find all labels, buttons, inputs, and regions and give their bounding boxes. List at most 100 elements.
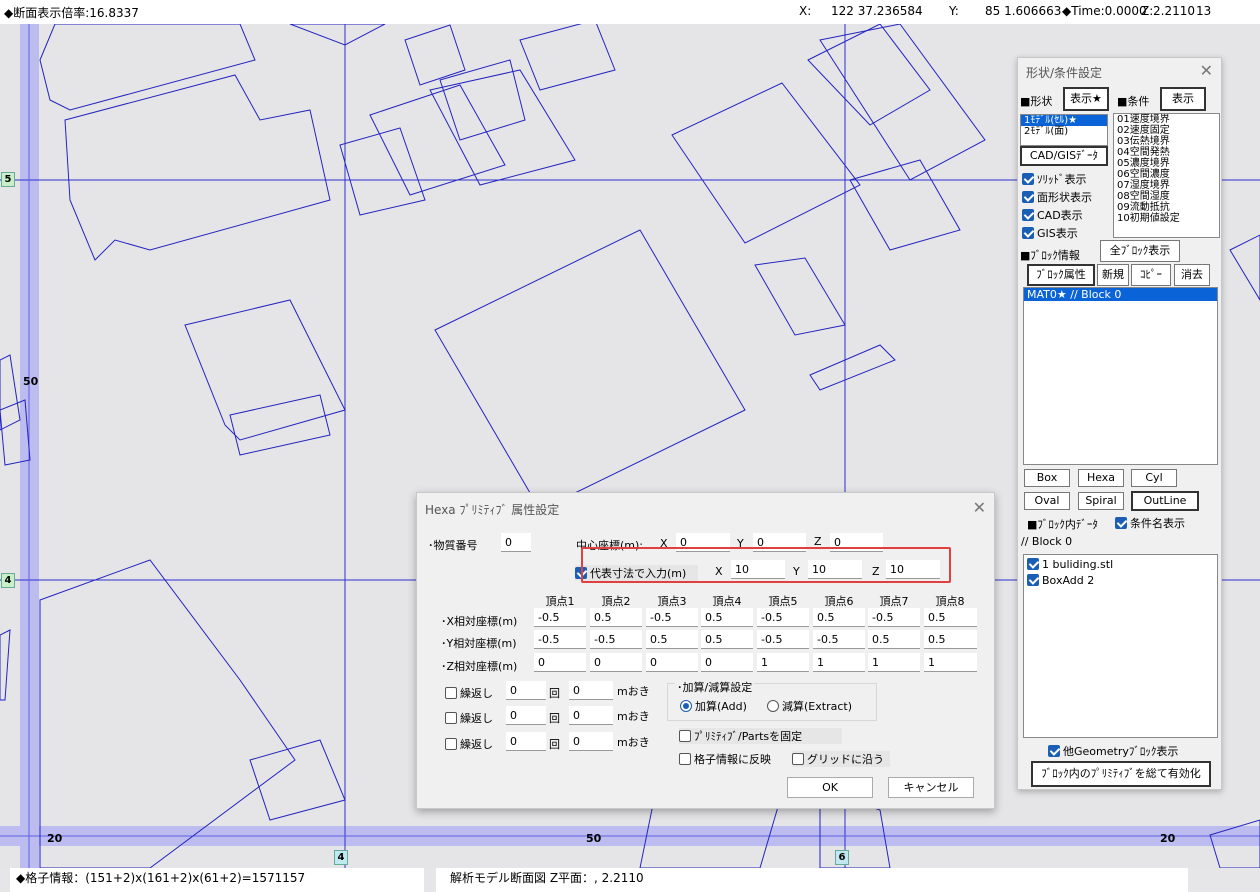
repeat-interval-3-input[interactable] (569, 732, 613, 751)
condition-list-item[interactable]: 09流動抵抗 (1114, 202, 1219, 213)
cad-gis-data-button[interactable]: CAD/GISﾃﾞｰﾀ (1020, 146, 1108, 166)
cad-display-checkbox[interactable]: CAD表示 (1022, 207, 1083, 223)
block-item-list[interactable]: 1 buliding.stl BoxAdd 2 (1023, 554, 1218, 738)
x-vertex-8-input[interactable] (924, 608, 977, 627)
repeat-checkbox-2[interactable]: 繰返し (445, 710, 493, 726)
condition-name-checkbox[interactable]: 条件名表示 (1115, 515, 1185, 531)
fix-primitive-checkbox[interactable]: ﾌﾟﾘﾐﾃｨﾌﾞ/Partsを固定 (679, 728, 843, 744)
repeat-count-1-input[interactable] (506, 681, 546, 700)
z-vertex-4-input[interactable] (701, 653, 753, 672)
tail-readout: 13 (1196, 4, 1212, 18)
ok-button[interactable]: OK (787, 777, 873, 798)
outline-primitive-button[interactable]: OutLine (1131, 491, 1199, 511)
follow-grid-checkbox[interactable]: グリッドに沿う (792, 751, 890, 767)
repeat-count-2-input[interactable] (506, 706, 546, 725)
condition-list-item[interactable]: 03伝熱境界 (1114, 136, 1219, 147)
material-input[interactable] (501, 533, 531, 552)
z-vertex-8-input[interactable] (924, 653, 977, 672)
checkbox-checked-icon (1022, 227, 1034, 239)
block-item-checkbox[interactable]: 1 buliding.stl (1024, 555, 1217, 571)
repeat-interval-2-input[interactable] (569, 706, 613, 725)
z-vertex-6-input[interactable] (813, 653, 865, 672)
top-status-bar: ◆断面表示倍率:16.8337 X: 122 37.236584 Y: 85 1… (0, 0, 1260, 24)
block-item-checkbox[interactable]: BoxAdd 2 (1024, 571, 1217, 587)
copy-block-button[interactable]: ｺﾋﾟｰ (1131, 264, 1171, 286)
condition-show-button[interactable]: 表示 (1160, 87, 1206, 111)
panel-close-icon[interactable]: ✕ (1200, 61, 1213, 80)
condition-list-item[interactable]: 05濃度境界 (1114, 158, 1219, 169)
new-block-button[interactable]: 新規 (1097, 264, 1129, 286)
interval-label: mおき (617, 736, 650, 749)
y-vertex-8-input[interactable] (924, 630, 977, 649)
y-vertex-4-input[interactable] (701, 630, 753, 649)
add-radio[interactable]: 加算(Add) (680, 698, 747, 714)
solid-display-checkbox[interactable]: ｿﾘｯﾄﾞ表示 (1022, 171, 1087, 187)
block-list[interactable]: MAT0★ // Block 0 (1023, 287, 1218, 465)
y-vertex-6-input[interactable] (813, 630, 865, 649)
condition-list-item[interactable]: 04空間発熱 (1114, 147, 1219, 158)
condition-list-item[interactable]: 02速度固定 (1114, 125, 1219, 136)
x-vertex-5-input[interactable] (757, 608, 809, 627)
add-subtract-label: ･加算/減算設定 (675, 679, 755, 695)
x-vertex-2-input[interactable] (590, 608, 642, 627)
grid-label-50-bottom: 50 (586, 832, 602, 845)
y-vertex-1-input[interactable] (534, 630, 586, 649)
z-vertex-3-input[interactable] (646, 653, 698, 672)
condition-list[interactable]: 01速度境界 02速度固定 03伝熱境界 04空間発熱 05濃度境界 06空間濃… (1113, 113, 1220, 238)
y-vertex-5-input[interactable] (757, 630, 809, 649)
checkbox-checked-icon (1022, 209, 1034, 221)
condition-list-item[interactable]: 07湿度境界 (1114, 180, 1219, 191)
shape-list-item[interactable]: 2ﾓﾃﾞﾙ(面) (1021, 126, 1107, 137)
condition-list-item[interactable]: 08空間湿度 (1114, 191, 1219, 202)
condition-list-item[interactable]: 01速度境界 (1114, 114, 1219, 125)
repeat-checkbox-1[interactable]: 繰返し (445, 685, 493, 701)
condition-label: ■条件 (1117, 95, 1150, 108)
repeat-checkbox-3[interactable]: 繰返し (445, 736, 493, 752)
repeat-count-3-input[interactable] (506, 732, 546, 751)
interval-label: mおき (617, 685, 650, 698)
condition-list-item[interactable]: 10初期値設定 (1114, 213, 1219, 224)
oval-primitive-button[interactable]: Oval (1024, 492, 1070, 510)
gis-display-checkbox[interactable]: GIS表示 (1022, 225, 1078, 241)
dialog-close-icon[interactable]: ✕ (973, 498, 986, 517)
enable-all-primitives-button[interactable]: ﾌﾞﾛｯｸ内のﾌﾟﾘﾐﾃｨﾌﾞを総て有効化 (1031, 761, 1211, 787)
x-vertex-1-input[interactable] (534, 608, 586, 627)
x-vertex-6-input[interactable] (813, 608, 865, 627)
z-vertex-2-input[interactable] (590, 653, 642, 672)
show-all-blocks-button[interactable]: 全ﾌﾞﾛｯｸ表示 (1100, 240, 1180, 262)
repeat-interval-1-input[interactable] (569, 681, 613, 700)
x-vertex-3-input[interactable] (646, 608, 698, 627)
hexa-primitive-button[interactable]: Hexa (1078, 469, 1124, 487)
x-vertex-4-input[interactable] (701, 608, 753, 627)
other-geometry-checkbox[interactable]: 他Geometryﾌﾞﾛｯｸ表示 (1048, 743, 1178, 759)
y-vertex-2-input[interactable] (590, 630, 642, 649)
z-vertex-1-input[interactable] (534, 653, 586, 672)
grid-marker-4: 4 (1, 573, 15, 588)
x-vertex-7-input[interactable] (868, 608, 920, 627)
z-relative-label: ･Z相対座標(m) (441, 660, 518, 673)
z-vertex-5-input[interactable] (757, 653, 809, 672)
shape-show-button[interactable]: 表示★ (1063, 87, 1109, 111)
condition-list-item[interactable]: 06空間濃度 (1114, 169, 1219, 180)
surface-display-checkbox[interactable]: 面形状表示 (1022, 189, 1092, 205)
cyl-primitive-button[interactable]: Cyl (1131, 469, 1177, 487)
y-vertex-7-input[interactable] (868, 630, 920, 649)
block-attribute-button[interactable]: ﾌﾞﾛｯｸ属性 (1027, 264, 1095, 286)
solid-display-label: ｿﾘｯﾄﾞ表示 (1037, 173, 1087, 186)
block-info-label: ■ﾌﾞﾛｯｸ情報 (1020, 249, 1080, 262)
reflect-grid-checkbox[interactable]: 格子情報に反映 (679, 751, 771, 767)
y-vertex-3-input[interactable] (646, 630, 698, 649)
y-label: Y: (949, 4, 959, 18)
shape-list[interactable]: 1ﾓﾃﾞﾙ(ｾﾙ)★ 2ﾓﾃﾞﾙ(面) (1020, 114, 1108, 146)
extract-radio[interactable]: 減算(Extract) (767, 698, 852, 714)
spiral-primitive-button[interactable]: Spiral (1078, 492, 1124, 510)
vertex-header: 頂点2 (601, 595, 631, 608)
cancel-button[interactable]: キャンセル (888, 777, 974, 798)
z-vertex-7-input[interactable] (868, 653, 920, 672)
box-primitive-button[interactable]: Box (1024, 469, 1070, 487)
bottom-status-bar: ◆格子情報：(151+2)x(161+2)x(61+2)=1571157 解析モ… (0, 868, 1260, 892)
block-list-item[interactable]: MAT0★ // Block 0 (1024, 288, 1217, 301)
delete-block-button[interactable]: 消去 (1174, 264, 1210, 286)
shape-list-item[interactable]: 1ﾓﾃﾞﾙ(ｾﾙ)★ (1021, 115, 1107, 126)
checkbox-checked-icon (1027, 558, 1039, 570)
